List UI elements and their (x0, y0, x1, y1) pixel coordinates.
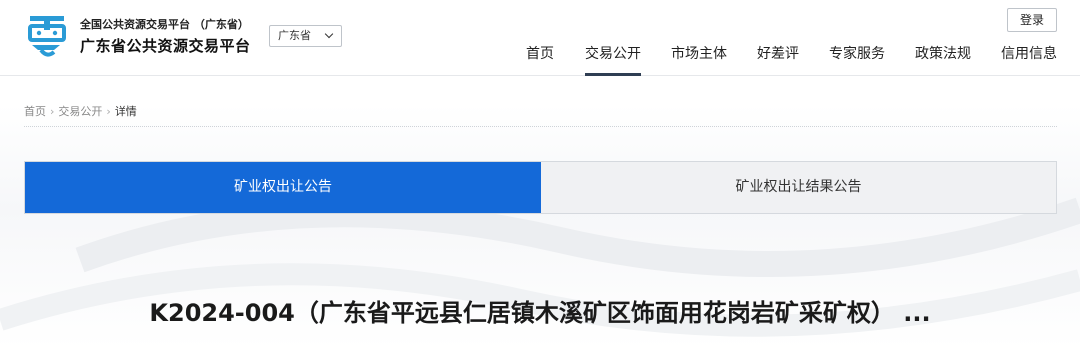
notice-tabs: 矿业权出让公告 矿业权出让结果公告 (24, 161, 1057, 214)
page-title: K2024-004（广东省平远县仁居镇木溪矿区饰面用花岗岩矿采矿权） ... (149, 299, 931, 327)
login-button[interactable]: 登录 (1007, 8, 1057, 32)
divider (24, 126, 1057, 127)
breadcrumb: 首页 › 交易公开 › 详情 (24, 103, 137, 119)
breadcrumb-current: 详情 (114, 105, 137, 118)
breadcrumb-trading[interactable]: 交易公开 (58, 103, 102, 119)
chevron-down-icon (324, 29, 334, 39)
page: 全国公共资源交易平台 （广东省） 广东省公共资源交易平台 广东省 登录 首页 交… (0, 0, 1080, 349)
tab-transfer-notice[interactable]: 矿业权出让公告 (25, 162, 541, 213)
brand-subtitle: 全国公共资源交易平台 （广东省） (80, 18, 249, 31)
nav-item-home[interactable]: 首页 (526, 43, 554, 76)
nav-item-policy[interactable]: 政策法规 (915, 43, 971, 76)
breadcrumb-separator-icon: › (106, 105, 111, 118)
nav-item-review[interactable]: 好差评 (757, 43, 799, 76)
site-header: 全国公共资源交易平台 （广东省） 广东省公共资源交易平台 广东省 登录 首页 交… (0, 0, 1080, 76)
breadcrumb-home[interactable]: 首页 (24, 103, 46, 119)
nav-item-experts[interactable]: 专家服务 (829, 43, 885, 76)
nav-item-credit[interactable]: 信用信息 (1001, 43, 1057, 76)
tab-transfer-result[interactable]: 矿业权出让结果公告 (541, 162, 1056, 213)
nav-item-trading[interactable]: 交易公开 (585, 43, 641, 76)
logo-icon[interactable] (24, 12, 70, 58)
brand-title[interactable]: 广东省公共资源交易平台 (80, 35, 251, 56)
nav-item-market[interactable]: 市场主体 (671, 43, 727, 76)
region-select[interactable]: 广东省 (269, 25, 342, 47)
breadcrumb-separator-icon: › (50, 105, 55, 118)
region-select-value: 广东省 (278, 29, 311, 42)
